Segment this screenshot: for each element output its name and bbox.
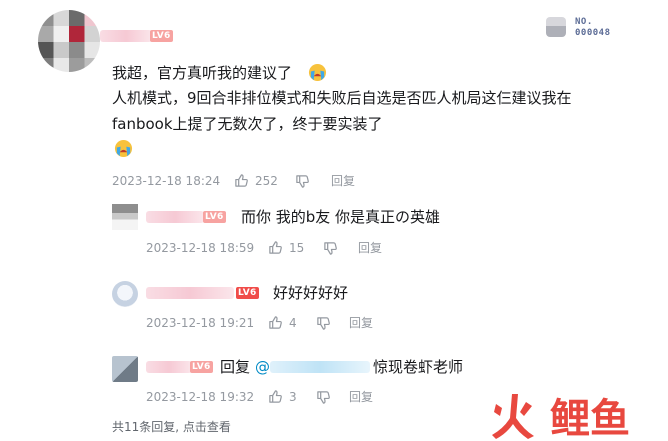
reply-prefix: 回复 xyxy=(220,358,251,376)
thumb-down-icon[interactable] xyxy=(316,316,331,331)
user-level-badge: LV6 xyxy=(190,361,213,373)
reply-like-count: 4 xyxy=(289,316,297,330)
thumb-down-icon[interactable] xyxy=(323,241,338,256)
reply-avatar[interactable] xyxy=(112,204,138,230)
reply-timestamp: 2023-12-18 19:21 xyxy=(146,316,255,330)
commenter-username-blurred[interactable] xyxy=(100,30,152,42)
reply-username-blurred[interactable] xyxy=(146,287,234,299)
mention-username-blurred[interactable] xyxy=(270,361,370,373)
thumb-up-icon[interactable] xyxy=(268,315,283,330)
commenter-avatar[interactable] xyxy=(38,10,100,72)
reply-avatar[interactable] xyxy=(112,281,138,307)
reply-meta: 2023-12-18 18:59 15 回复 xyxy=(146,240,406,256)
reply-reply-button[interactable]: 回复 xyxy=(349,315,373,331)
reply-timestamp: 2023-12-18 18:59 xyxy=(146,241,255,255)
fan-badge-avatar xyxy=(546,17,566,37)
user-level-badge: LV6 xyxy=(150,30,173,42)
comment-text-line-1: 我超，官方真听我的建议了 xyxy=(112,64,293,82)
fan-badge-number: 000048 xyxy=(575,28,611,38)
crying-emoji-icon xyxy=(308,63,327,82)
thumb-up-icon[interactable] xyxy=(234,173,249,188)
reply-text: 惊现卷虾老师 xyxy=(373,358,464,376)
watermark-logo: 鲤鱼 xyxy=(492,394,630,440)
reply-meta: 2023-12-18 19:32 3 回复 xyxy=(146,389,406,405)
reply-mention[interactable]: @ xyxy=(255,357,270,377)
thumb-up-icon[interactable] xyxy=(268,240,283,255)
comment-timestamp: 2023-12-18 18:24 xyxy=(112,174,221,188)
fan-badge-label: NO. xyxy=(575,17,593,27)
reply-username-blurred[interactable] xyxy=(146,361,192,373)
reply-reply-button[interactable]: 回复 xyxy=(349,389,373,405)
reply-text: 而你 我的b友 你是真正の英雄 xyxy=(241,208,441,226)
watermark-text: 鲤鱼 xyxy=(550,396,630,440)
comment-like-count: 252 xyxy=(255,174,278,188)
comment-reply-button[interactable]: 回复 xyxy=(331,173,355,189)
thumb-up-icon[interactable] xyxy=(268,389,283,404)
thumb-down-icon[interactable] xyxy=(316,390,331,405)
view-all-replies-link[interactable]: 共11条回复, 点击查看 xyxy=(112,419,231,435)
reply-timestamp: 2023-12-18 19:32 xyxy=(146,390,255,404)
crying-emoji-icon xyxy=(114,139,133,158)
reply-username-blurred[interactable] xyxy=(146,211,204,223)
comment-meta: 2023-12-18 18:24 252 回复 xyxy=(112,173,412,189)
reply-avatar[interactable] xyxy=(112,356,138,382)
reply-meta: 2023-12-18 19:21 4 回复 xyxy=(146,315,406,331)
reply-reply-button[interactable]: 回复 xyxy=(358,240,382,256)
reply-text: 好好好好好 xyxy=(273,284,349,302)
user-level-badge: LV6 xyxy=(236,287,259,299)
reply-like-count: 3 xyxy=(289,390,297,404)
thumb-down-icon[interactable] xyxy=(295,174,310,189)
comment-text-line-3: fanbook上提了无数次了，终于要实装了 xyxy=(112,115,383,133)
comment-text-line-2: 人机模式，9回合非排位模式和失败后自选是否匹人机局这仨建议我在 xyxy=(112,89,572,107)
user-level-badge: LV6 xyxy=(203,211,226,223)
reply-like-count: 15 xyxy=(289,241,305,255)
